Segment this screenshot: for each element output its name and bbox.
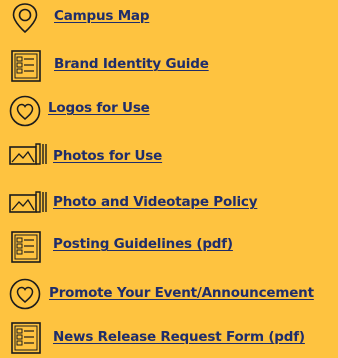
photos-for-use-link[interactable]: Photos for Use <box>53 148 162 164</box>
photo-videotape-policy-link[interactable]: Photo and Videotape Policy <box>53 194 258 210</box>
heart-circle-icon <box>9 95 41 127</box>
promote-event-link[interactable]: Promote Your Event/Announcement <box>49 285 314 301</box>
list-item-posting-guidelines: Posting Guidelines (pdf) <box>0 228 338 268</box>
list-item-campus-map: Campus Map <box>0 0 338 40</box>
list-item-brand-identity-guide: Brand Identity Guide <box>0 46 338 86</box>
photo-stack-icon <box>9 143 47 165</box>
campus-map-link[interactable]: Campus Map <box>54 8 150 24</box>
posting-guidelines-link[interactable]: Posting Guidelines (pdf) <box>53 236 233 252</box>
news-release-request-link[interactable]: News Release Request Form (pdf) <box>53 329 305 345</box>
resource-link-list: Campus Map Brand Identity Guide Logos fo <box>0 0 338 358</box>
document-checklist-icon <box>11 50 41 82</box>
brand-identity-guide-link[interactable]: Brand Identity Guide <box>54 56 209 72</box>
list-item-photo-videotape-policy: Photo and Videotape Policy <box>0 183 338 223</box>
heart-circle-icon <box>9 278 41 310</box>
document-checklist-icon <box>11 322 41 354</box>
list-item-logos-for-use: Logos for Use <box>0 92 338 132</box>
list-item-photos-for-use: Photos for Use <box>0 138 338 178</box>
list-item-news-release-request: News Release Request Form (pdf) <box>0 318 338 358</box>
document-checklist-icon <box>11 231 41 263</box>
map-pin-icon <box>11 2 39 34</box>
photo-stack-icon <box>9 191 47 213</box>
logos-for-use-link[interactable]: Logos for Use <box>48 100 150 116</box>
list-item-promote-event: Promote Your Event/Announcement <box>0 274 338 314</box>
